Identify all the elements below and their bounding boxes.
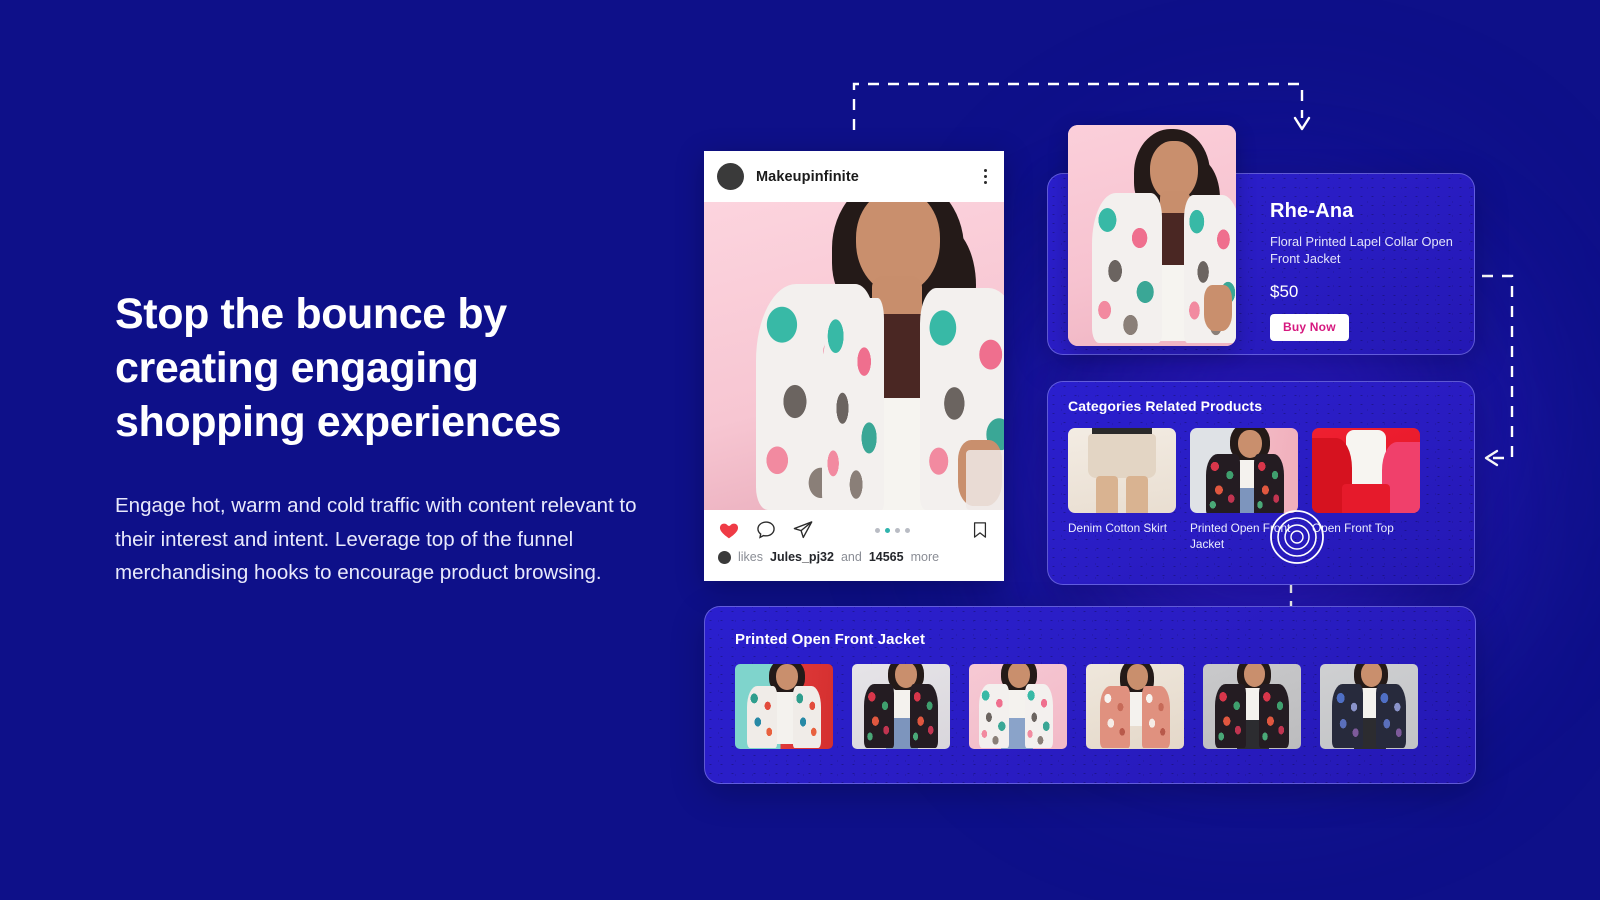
likes-suffix[interactable]: more [911,550,939,564]
bookmark-icon[interactable] [970,520,990,540]
heart-icon[interactable] [718,519,740,541]
product-brand: Rhe-Ana [1270,200,1354,222]
instagram-action-bar [704,510,1004,550]
gallery-thumbnail-list [735,664,1475,749]
page-title: Stop the bounce by creating engaging sho… [115,290,562,446]
buy-now-button[interactable]: Buy Now [1270,313,1349,341]
likes-conjunction: and [840,550,862,564]
gallery-thumbnail[interactable] [1203,664,1301,749]
carousel-dots[interactable] [874,527,910,533]
likes-prefix: likes [738,550,764,564]
product-image[interactable] [1068,125,1236,346]
product-gallery-card: Printed Open Front Jacket [704,606,1476,784]
instagram-post-image[interactable] [704,202,1004,510]
gallery-thumbnail[interactable] [969,664,1067,749]
connector-product-to-categories [1482,274,1514,467]
product-price: $50 [1270,281,1299,301]
product-detail-card[interactable]: Rhe-Ana Floral Printed Lapel Collar Open… [1047,125,1475,355]
product-info: Rhe-Ana Floral Printed Lapel Collar Open… [1270,200,1456,341]
gallery-thumbnail[interactable] [1086,664,1184,749]
categories-related-products-card: Categories Related Products Denim Cotton… [1047,381,1475,585]
category-thumbnail[interactable] [1190,428,1298,513]
category-item-printed-open-front-jacket[interactable]: Printed Open Front Jacket [1190,428,1298,553]
category-label: Denim Cotton Skirt [1068,521,1167,535]
hero-copy: Stop the bounce by creating engaging sho… [115,288,675,589]
gallery-thumbnail[interactable] [1320,664,1418,749]
avatar[interactable] [717,163,744,190]
model-photo [704,202,1004,510]
category-thumbnail[interactable] [1312,428,1420,513]
liker-username[interactable]: Jules_pj32 [770,550,834,564]
categories-list: Denim Cotton Skirt Printed Open Front Ja… [1068,428,1474,553]
instagram-post-header: Makeupinfinite [704,151,1004,202]
category-item-denim-cotton-skirt[interactable]: Denim Cotton Skirt [1068,428,1176,553]
instagram-post-card[interactable]: Makeupinfinite likes Jules_pj32 and 1456… [704,151,1004,581]
comment-bubble-icon[interactable] [755,519,777,541]
gallery-title: Printed Open Front Jacket [735,631,926,648]
liker-avatar [718,550,731,564]
product-model-photo [1068,125,1236,346]
category-thumbnail[interactable] [1068,428,1176,513]
gallery-thumbnail[interactable] [735,664,833,749]
hero-body-text: Engage hot, warm and cold traffic with c… [115,494,637,585]
kebab-menu-icon[interactable] [980,165,991,188]
category-item-open-front-top[interactable]: Open Front Top [1312,428,1420,553]
category-label: Open Front Top [1312,521,1394,535]
categories-title: Categories Related Products [1068,398,1263,414]
product-description: Floral Printed Lapel Collar Open Front J… [1270,234,1453,267]
gallery-thumbnail[interactable] [852,664,950,749]
instagram-username[interactable]: Makeupinfinite [756,169,859,185]
instagram-likes-row: likes Jules_pj32 and 14565 more [704,550,1004,564]
likes-count: 14565 [868,550,904,564]
category-label: Printed Open Front Jacket [1190,521,1291,551]
paper-plane-icon[interactable] [792,519,814,541]
